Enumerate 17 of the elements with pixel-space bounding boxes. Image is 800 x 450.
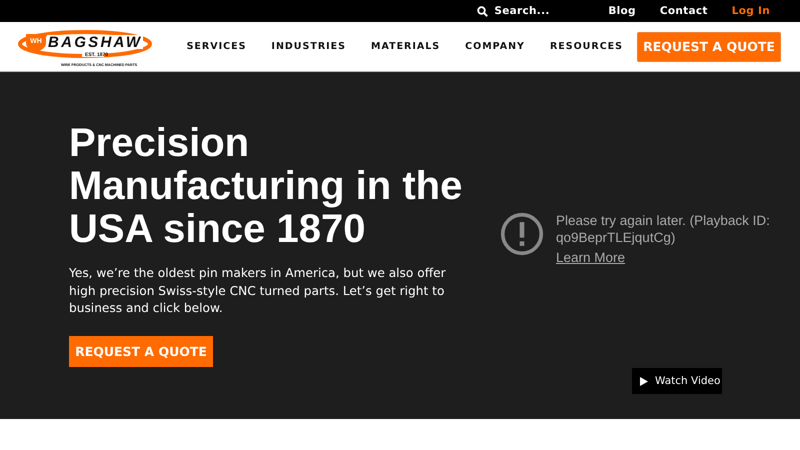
nav-link[interactable]: SERVICES <box>186 41 246 52</box>
learn-more-link[interactable]: Learn More <box>556 250 626 265</box>
nav-link[interactable]: MATERIALS <box>371 41 440 52</box>
nav-link[interactable]: INDUSTRIES <box>271 41 346 52</box>
video-error-message: Please try again later. (Playback ID: qo9BeprTLEjqutCg) <box>556 212 771 246</box>
search-field[interactable]: Search... <box>494 5 558 17</box>
top-link[interactable]: Contact <box>660 5 708 17</box>
watch-video-button[interactable]: Watch Video <box>632 368 722 394</box>
play-icon <box>640 376 648 386</box>
error-icon <box>500 212 544 256</box>
nav-link[interactable]: RESOURCES <box>550 41 623 52</box>
login-link[interactable]: Log In <box>732 5 770 17</box>
nav-link[interactable]: COMPANY <box>465 41 525 52</box>
search-icon[interactable] <box>477 6 488 16</box>
top-link[interactable]: Blog <box>608 5 636 17</box>
hero-text: Yes, we’re the oldest pin makers in America, but we also offer high precision Swiss-style CNC turned parts. Let’s get right to business and click below. <box>69 265 447 317</box>
hero-headline: Precision Manufacturing in the USA since 1870 <box>69 122 464 251</box>
